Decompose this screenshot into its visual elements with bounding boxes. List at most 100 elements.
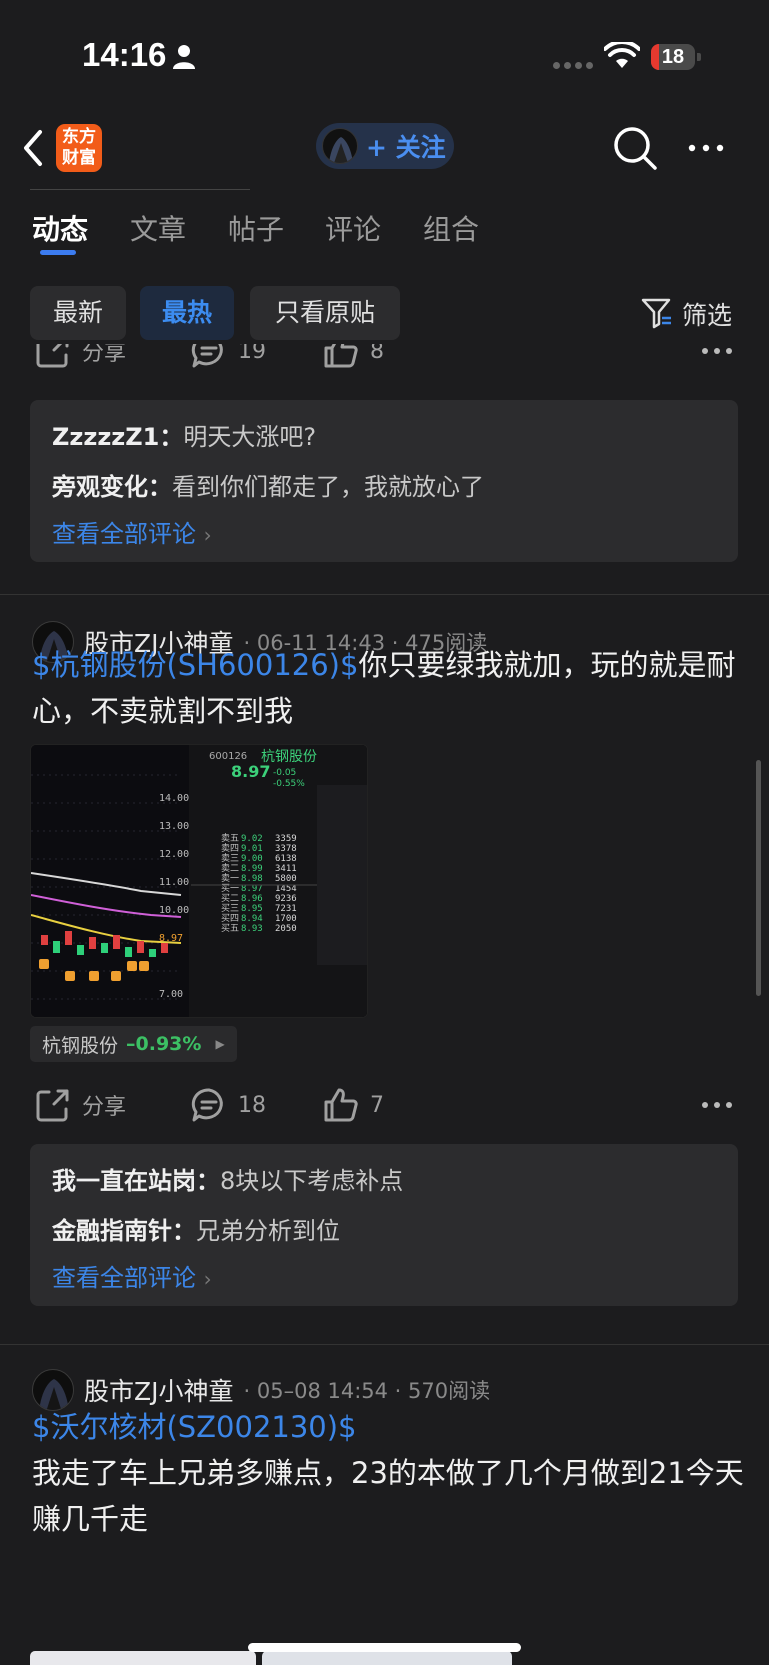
price-axis-label: 7.00 — [159, 989, 183, 1000]
thumbs-up-icon — [324, 344, 358, 368]
signal-marker — [139, 961, 149, 971]
tab-portfolio[interactable]: 组合 — [423, 208, 479, 248]
candle — [65, 931, 72, 945]
scrollbar[interactable] — [756, 760, 761, 996]
order-book-price: 8.99 — [241, 864, 263, 874]
stock-price: 8.97 — [231, 762, 270, 781]
wifi-icon — [604, 42, 640, 68]
stock-tag[interactable]: 杭钢股份 –0.93% ▶ — [30, 1026, 237, 1062]
tab-posts[interactable]: 帖子 — [228, 208, 284, 248]
order-book-label: 卖三 — [221, 853, 239, 864]
post-image[interactable] — [30, 1651, 256, 1665]
view-all-comments-link[interactable]: 查看全部评论 › — [52, 1258, 212, 1293]
stock-link[interactable]: $沃尔核材(SZ002130)$ — [32, 1404, 747, 1450]
filter-hottest[interactable]: 最热 — [140, 286, 234, 340]
side-panel — [317, 785, 367, 965]
like-button[interactable]: 7 — [322, 1086, 384, 1124]
divider — [0, 1344, 769, 1345]
app-logo[interactable]: 东方 财富 — [56, 124, 102, 172]
share-button[interactable]: 分享 — [34, 344, 126, 370]
follow-button[interactable]: + 关注 — [316, 123, 454, 169]
order-book-price: 9.02 — [241, 834, 263, 844]
price-axis-label: 12.00 — [159, 849, 189, 860]
tab-indicator — [40, 250, 76, 255]
thumbs-up-icon — [324, 1088, 358, 1122]
price-axis-label: 13.00 — [159, 821, 189, 832]
order-book-volume: 9236 — [275, 894, 297, 904]
filter-label[interactable]: 筛选 — [682, 296, 732, 332]
tab-comments[interactable]: 评论 — [325, 208, 381, 248]
tab-dynamics[interactable]: 动态 — [32, 208, 88, 248]
view-all-comments-link[interactable]: 查看全部评论 › — [52, 514, 212, 549]
top-nav-bar: 东方 财富 + 关注 — [0, 110, 769, 190]
order-book-price: 8.94 — [241, 914, 263, 924]
order-book-price: 8.93 — [241, 924, 263, 934]
comments-preview[interactable]: 我一直在站岗：8块以下考虑补点 金融指南针：兄弟分析到位 查看全部评论 › — [30, 1144, 738, 1306]
stock-link[interactable]: $杭钢股份(SH600126)$ — [32, 648, 358, 682]
comment-icon — [191, 1088, 223, 1122]
order-book-label: 卖四 — [221, 843, 239, 854]
comment-item: ZzzzzZ1：明天大涨吧? — [52, 423, 317, 451]
filter-latest[interactable]: 最新 — [30, 286, 126, 340]
candle — [41, 935, 48, 945]
more-icon[interactable] — [700, 1100, 734, 1110]
order-book-volume: 5800 — [275, 874, 297, 884]
order-book-volume: 2050 — [275, 924, 297, 934]
comment-button[interactable]: 18 — [190, 1086, 266, 1124]
order-book-volume: 7231 — [275, 904, 297, 914]
order-book-price: 8.98 — [241, 874, 263, 884]
content-tabs: 动态 文章 帖子 评论 组合 — [0, 192, 769, 262]
candle — [149, 949, 156, 957]
share-icon — [36, 344, 69, 368]
share-button[interactable]: 分享 — [34, 1086, 126, 1124]
order-book-label: 卖五 — [221, 833, 239, 844]
order-book-price: 8.95 — [241, 904, 263, 914]
battery-icon: 18 — [651, 44, 701, 70]
avatar — [322, 128, 358, 164]
candle — [113, 935, 120, 949]
order-book-label: 卖二 — [221, 863, 239, 874]
more-icon[interactable] — [700, 346, 734, 356]
comments-preview[interactable]: ZzzzzZ1：明天大涨吧? 旁观变化：看到你们都走了，我就放心了 查看全部评论… — [30, 400, 738, 562]
post-image[interactable] — [262, 1651, 512, 1665]
order-book-price: 9.01 — [241, 844, 263, 854]
post-text-main[interactable]: $沃尔核材(SZ002130)$ 我走了车上兄弟多赚点，23的本做了几个月做到2… — [32, 1404, 747, 1542]
candle — [125, 947, 132, 957]
candle — [77, 945, 84, 955]
person-icon — [173, 45, 195, 69]
signal-marker — [89, 971, 99, 981]
filter-bar: 最新 最热 只看原贴 筛选 — [0, 284, 769, 342]
back-icon[interactable] — [20, 128, 44, 168]
candle — [101, 943, 108, 953]
post-text-main[interactable]: $杭钢股份(SH600126)$你只要绿我就加，玩的就是耐心，不卖就割不到我 — [32, 642, 747, 734]
candle — [161, 943, 168, 953]
signal-marker — [39, 959, 49, 969]
search-icon[interactable] — [612, 125, 658, 171]
comment-item: 金融指南针：兄弟分析到位 — [52, 1217, 340, 1245]
price-axis-label: 14.00 — [159, 793, 189, 804]
signal-marker — [65, 971, 75, 981]
order-book-label: 买三 — [221, 903, 239, 914]
comment-button[interactable]: 19 — [190, 344, 266, 370]
post-meta: · 05–08 14:54 · 570阅读 — [243, 1379, 491, 1403]
order-book-volume: 3378 — [275, 844, 297, 854]
feed: 分享 19 8 ZzzzzZ1：明天大涨吧? 旁观变化：看到你们都走了，我就放心… — [0, 344, 769, 1665]
candle — [137, 941, 144, 953]
post-image[interactable]: 14.00 13.00 12.00 11.00 10.00 8.97 7.00 600126 杭… — [30, 744, 368, 1018]
order-book-volume: 3411 — [275, 864, 297, 874]
order-book-label: 买二 — [221, 893, 239, 904]
filter-original-only[interactable]: 只看原贴 — [250, 286, 400, 340]
divider — [0, 594, 769, 595]
comment-item: 旁观变化：看到你们都走了，我就放心了 — [52, 473, 484, 501]
more-icon[interactable] — [686, 135, 726, 161]
candle — [53, 941, 60, 953]
like-button[interactable]: 8 — [322, 344, 384, 370]
signal-marker — [111, 971, 121, 981]
author-name[interactable]: 股市ZJ小神童 — [84, 1372, 234, 1408]
stock-change-pct: -0.55% — [273, 779, 305, 789]
stock-quote-screenshot: 14.0013.0012.0011.0010.008.977.00600126 杭… — [31, 745, 367, 1017]
tab-articles[interactable]: 文章 — [130, 208, 186, 248]
filter-icon[interactable] — [640, 296, 674, 330]
home-indicator[interactable] — [248, 1643, 521, 1652]
order-book-price: 8.96 — [241, 894, 263, 904]
